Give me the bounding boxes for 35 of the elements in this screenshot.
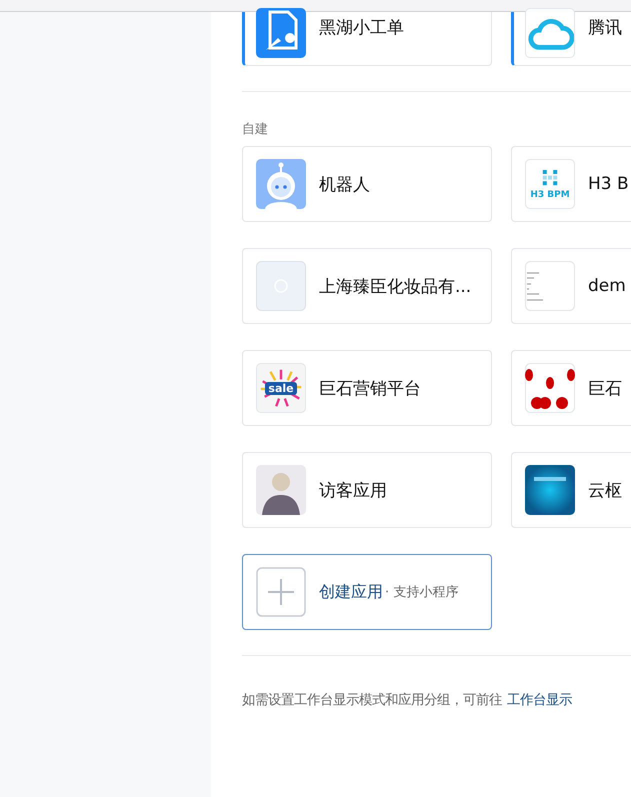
create-app-button[interactable]: 创建应用· 支持小程序	[242, 554, 492, 630]
app-name: 巨石营销平台	[319, 378, 421, 400]
plus-icon	[256, 567, 306, 617]
document-thumbnail	[525, 261, 575, 311]
app-card[interactable]: 上海臻臣化妆品有...	[242, 248, 492, 324]
footer-hint: 如需设置工作台显示模式和应用分组，可前往	[242, 692, 502, 709]
screenshot-thumbnail	[525, 465, 575, 515]
app-card[interactable]: 云枢	[511, 452, 631, 528]
document-rocket-icon	[256, 8, 306, 58]
bpm-logo-icon: H3 BPM	[525, 159, 575, 209]
photo-placeholder	[256, 465, 306, 515]
create-app-label: 创建应用	[319, 582, 383, 602]
app-card[interactable]: 访客应用	[242, 452, 492, 528]
app-name: H3 B	[588, 174, 629, 194]
app-name: 巨石	[588, 378, 622, 400]
app-card[interactable]: dem	[511, 248, 631, 324]
app-name: 云枢	[588, 480, 622, 502]
app-card[interactable]: H3 BPM H3 B	[511, 146, 631, 222]
diagram-thumbnail	[525, 363, 575, 413]
sale-logo-icon: sale	[256, 363, 306, 413]
app-name: 机器人	[319, 174, 370, 196]
create-app-hint: · 支持小程序	[385, 584, 458, 601]
app-name: 腾讯	[588, 17, 622, 39]
section-title: 自建	[242, 121, 269, 138]
app-name: 上海臻臣化妆品有...	[319, 276, 472, 298]
app-name: 访客应用	[319, 480, 387, 502]
workbench-display-link[interactable]: 工作台显示	[507, 691, 572, 709]
app-card[interactable]: 巨石	[511, 350, 631, 426]
app-card[interactable]: sale 巨石营销平台	[242, 350, 492, 426]
app-card[interactable]: 机器人	[242, 146, 492, 222]
app-name: 黑湖小工单	[319, 17, 404, 39]
cloud-icon	[525, 8, 575, 58]
app-name: dem	[588, 276, 626, 296]
pale-logo-icon	[256, 261, 306, 311]
robot-icon	[256, 159, 306, 209]
